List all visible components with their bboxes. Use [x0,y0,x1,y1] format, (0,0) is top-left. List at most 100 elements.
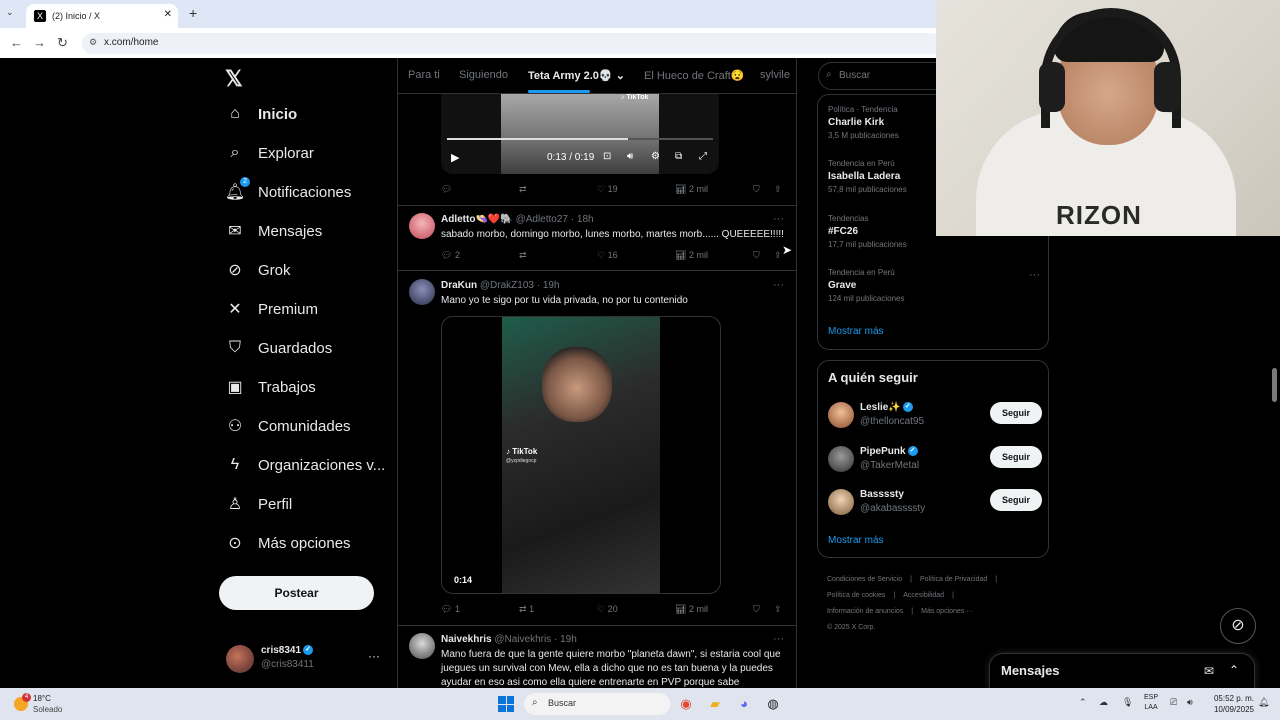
like-button[interactable]: ♡ 20 [597,604,618,615]
expand-up-icon[interactable]: ⌃ [1229,663,1239,677]
avatar[interactable] [409,213,435,239]
views-button[interactable]: 📊︎ 2 mil [675,604,708,615]
reply-button[interactable]: 💬︎ 1 [441,604,460,615]
author-name[interactable]: DraKun [441,280,477,291]
discord-icon[interactable]: ◕ [734,694,754,714]
tab-list-active[interactable]: Teta Army 2.0💀 ⌄ [528,69,625,82]
site-settings-icon[interactable]: ⚙ [89,37,97,48]
author-handle[interactable]: @Naivekhris [494,634,551,645]
network-icon[interactable]: ⎚ [1170,697,1177,708]
nav-home[interactable]: ⌂ Inicio [226,105,297,123]
repost-button[interactable]: ⇄ 1 [519,604,534,615]
post-button[interactable]: Postear [219,576,374,610]
nav-communities[interactable]: ⚇ Comunidades [226,417,351,436]
trend-item[interactable]: Tendencia en Perú Grave 124 mil publicac… [828,268,1038,303]
nav-grok[interactable]: ⊘ Grok [226,261,290,280]
footer-link[interactable]: Accesibilidad [903,592,944,599]
avatar[interactable] [409,633,435,659]
tab-list[interactable]: sylvile [760,69,790,81]
bookmark-icon[interactable]: ⛉ [753,184,760,195]
more-icon[interactable]: ··· [1029,269,1040,281]
tab-close-icon[interactable]: ✕ [164,9,172,20]
follow-suggestion[interactable]: Bassssty @akabassssty Seguir [828,489,1042,519]
video-player[interactable]: ♪ TikTok @yzpdiegocp 0:14 [441,316,721,594]
like-button[interactable]: ♡ 19 [597,184,618,195]
settings-icon[interactable]: ⚙ [651,151,660,162]
weather-widget[interactable]: 4 18°C Soleado [12,693,92,716]
file-explorer-icon[interactable]: ▰ [705,694,725,714]
grok-icon[interactable]: ⊘ [1220,608,1256,644]
more-icon[interactable]: ··· [773,633,784,645]
footer-link[interactable]: Política de Privacidad [920,576,987,583]
tweet-time[interactable]: · 18h [571,214,594,225]
new-tab-button[interactable]: + [189,5,197,21]
new-message-icon[interactable]: ✉ [1204,664,1214,678]
share-icon[interactable]: ⇪ [774,250,782,261]
reload-icon[interactable]: ↻ [57,35,68,51]
avatar[interactable] [828,446,854,472]
nav-jobs[interactable]: ▣ Trabajos [226,378,315,397]
nav-explore[interactable]: ⌕ Explorar [226,144,314,162]
obs-icon[interactable]: ◍ [763,694,783,714]
tab-following[interactable]: Siguiendo [459,69,508,81]
tab-for-you[interactable]: Para ti [408,69,440,81]
share-icon[interactable]: ⇪ [774,184,782,195]
nav-organizations[interactable]: ϟ Organizaciones v... [226,456,386,474]
captions-icon[interactable]: ⊡ [603,151,611,162]
share-icon[interactable]: ⇪ [774,604,782,615]
clock[interactable]: 05:52 p. m. 10/09/2025 [1206,693,1254,715]
repost-icon[interactable]: ⇄ [519,250,527,261]
tweet-time[interactable]: · 19h [537,280,560,291]
tab-search-dropdown-icon[interactable]: ⌄ [6,7,14,18]
author-handle[interactable]: @DrakZ103 [480,280,534,291]
nav-notifications[interactable]: 🔔︎ 2 Notificaciones [225,177,351,201]
messages-drawer[interactable]: Mensajes ✉ ⌃ [989,653,1255,689]
tweet-time[interactable]: · 19h [554,634,577,645]
back-arrow-icon[interactable]: ← [10,35,23,50]
account-switcher[interactable]: cris8341 ✓ @cris83411 ··· [226,643,386,673]
follow-suggestion[interactable]: PipePunk ✓ @TakerMetal Seguir [828,446,1042,476]
x-logo-icon[interactable]: 𝕏 [225,66,243,92]
chrome-icon[interactable]: ◉ [676,694,696,714]
follow-button[interactable]: Seguir [990,402,1042,424]
url-field[interactable]: ⚙ x.com/home [82,33,942,54]
scrollbar-thumb[interactable] [1272,368,1277,402]
footer-link[interactable]: Información de anuncios [827,608,903,615]
follow-suggestion[interactable]: Leslie✨ ✓ @thelloncat95 Seguir [828,402,1042,432]
footer-link[interactable]: Condiciones de Servicio [827,576,902,583]
volume-icon[interactable]: 🔊︎ [1187,697,1193,708]
views-button[interactable]: 📊︎ 2 mil [675,184,708,195]
bookmark-icon[interactable]: ⛉ [753,604,760,615]
pip-icon[interactable]: ⧉ [675,151,682,162]
taskbar-search[interactable]: ⌕ Buscar [524,693,670,715]
language-indicator[interactable]: ESP LAA [1144,693,1158,713]
author-name[interactable]: Naivekhris [441,634,492,645]
forward-arrow-icon[interactable]: → [33,35,46,50]
views-button[interactable]: 📊︎ 2 mil [675,250,708,261]
fullscreen-icon[interactable]: ⤢ [699,151,707,162]
follow-button[interactable]: Seguir [990,446,1042,468]
play-icon[interactable]: ▶ [451,151,459,164]
avatar[interactable] [828,489,854,515]
microphone-icon[interactable]: 🎙︎ [1122,697,1133,708]
nav-premium[interactable]: ✕ Premium [226,300,318,319]
chevron-up-icon[interactable]: ⌃ [1079,697,1087,708]
repost-icon[interactable]: ⇄ [519,184,527,195]
browser-tab[interactable]: X (2) Inicio / X ✕ [26,4,178,28]
volume-icon[interactable]: 🔊︎ [627,151,633,162]
windows-start-icon[interactable] [498,696,514,712]
reply-icon[interactable]: 💬︎ [441,184,452,195]
more-icon[interactable]: ··· [773,279,784,291]
like-button[interactable]: ♡ 16 [597,250,618,261]
nav-more-options[interactable]: ⊙ Más opciones [226,534,350,553]
tab-list[interactable]: El Hueco de Craft😧 [644,69,745,82]
nav-profile[interactable]: ♙ Perfil [226,495,292,514]
nav-bookmarks[interactable]: ⛉ Guardados [226,339,332,357]
nav-messages[interactable]: ✉ Mensajes [226,222,322,241]
show-more-trends-link[interactable]: Mostrar más [828,326,884,337]
avatar[interactable] [409,279,435,305]
more-icon[interactable]: ··· [368,649,380,663]
author-handle[interactable]: @Adletto27 [516,214,568,225]
footer-link[interactable]: Más opciones ··· [921,608,973,615]
cloud-icon[interactable]: ☁ [1099,697,1108,708]
